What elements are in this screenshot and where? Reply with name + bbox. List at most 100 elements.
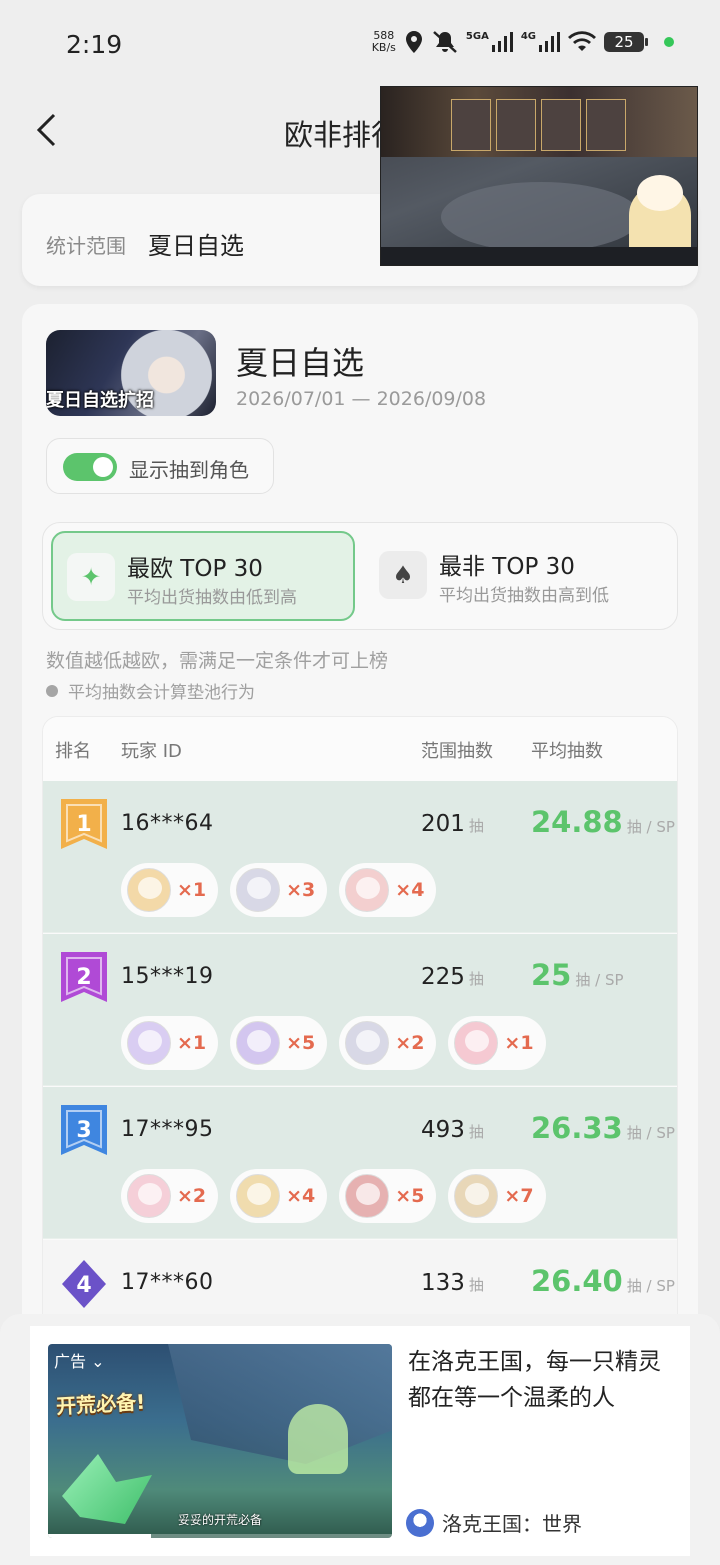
- obtained-characters: ×1 ×3 ×4: [121, 863, 437, 917]
- network-speed: 588 KB/s: [371, 29, 396, 54]
- sparkle-icon: ✦: [67, 553, 115, 601]
- range-pulls: 493 抽: [421, 1117, 484, 1143]
- status-icons: 588 KB/s 5GA 4G 25: [372, 30, 674, 54]
- character-avatar: [236, 1174, 281, 1218]
- toggle-label: 显示抽到角色: [129, 458, 249, 482]
- character-chip[interactable]: ×2: [121, 1169, 219, 1223]
- pull-unit: 抽: [468, 817, 484, 835]
- character-avatar: [127, 1174, 171, 1218]
- floating-video-window[interactable]: [380, 86, 698, 266]
- character-chip[interactable]: ×5: [339, 1169, 437, 1223]
- average-pulls: 26.40 抽 / SP: [531, 1264, 675, 1298]
- brand-logo-icon: [406, 1508, 434, 1537]
- character-count: ×2: [177, 1185, 207, 1207]
- character-chip[interactable]: ×1: [121, 1016, 219, 1070]
- average-pulls-value: 26.40: [531, 1264, 623, 1298]
- player-id: 15***19: [121, 964, 214, 989]
- character-avatar: [345, 1021, 390, 1065]
- average-pulls: 24.88 抽 / SP: [531, 805, 675, 839]
- ranking-mode-switcher: ✦ 最欧 TOP 30 平均出货抽数由低到高 ♠ 最非 TOP 30 平均出货抽…: [42, 522, 678, 630]
- average-pulls-value: 25: [531, 958, 572, 992]
- character-avatar: [345, 868, 390, 912]
- pool-name: 夏日自选: [236, 344, 365, 382]
- character-count: ×1: [177, 879, 207, 901]
- character-chip[interactable]: ×3: [230, 863, 328, 917]
- average-unit: 抽 / SP: [626, 1277, 675, 1295]
- ad-headline: 开荒必备!: [55, 1389, 146, 1419]
- tab-unluckiest[interactable]: ♠ 最非 TOP 30 平均出货抽数由高到低: [365, 531, 665, 621]
- pool-banner-image: 夏日自选扩招: [46, 330, 216, 416]
- pull-unit: 抽: [468, 970, 484, 988]
- ad-progress-fill: [48, 1534, 152, 1538]
- header-player-id: 玩家 ID: [121, 741, 182, 762]
- tab-luckiest[interactable]: ✦ 最欧 TOP 30 平均出货抽数由低到高: [51, 531, 355, 621]
- range-pulls-value: 201: [421, 811, 465, 837]
- player-id: 17***95: [121, 1117, 214, 1142]
- rank-badge-icon: 3: [61, 1105, 107, 1155]
- character-chip[interactable]: ×7: [448, 1169, 546, 1223]
- ranking-card: 夏日自选扩招 夏日自选 2026/07/01 — 2026/09/08 显示抽到…: [22, 304, 698, 1344]
- character-count: ×2: [395, 1032, 425, 1054]
- ad-brand[interactable]: 洛克王国：世界: [406, 1508, 582, 1537]
- spade-icon: ♠: [379, 551, 427, 599]
- average-pulls: 26.33 抽 / SP: [531, 1111, 675, 1145]
- character-chip[interactable]: ×4: [230, 1169, 328, 1223]
- range-pulls: 201 抽: [421, 811, 484, 837]
- tab-subtitle: 平均出货抽数由低到高: [127, 588, 297, 608]
- show-characters-toggle[interactable]: 显示抽到角色: [46, 438, 274, 494]
- header-rank: 排名: [55, 741, 91, 762]
- average-unit: 抽 / SP: [575, 971, 624, 989]
- character-avatar: [345, 1174, 390, 1218]
- table-row[interactable]: 1 16***64 201 抽 24.88 抽 / SP ×1 ×3 ×4: [43, 781, 677, 933]
- table-row[interactable]: 2 15***19 225 抽 25 抽 / SP ×1 ×5 ×2 ×1: [43, 934, 677, 1086]
- battery-icon: 25: [604, 32, 648, 52]
- range-label: 统计范围: [46, 234, 126, 258]
- average-pulls: 25 抽 / SP: [531, 958, 624, 992]
- character-chip[interactable]: ×5: [230, 1016, 328, 1070]
- character-chip[interactable]: ×2: [339, 1016, 437, 1070]
- status-time: 2:19: [66, 30, 123, 59]
- ad-scene-cliff: [168, 1344, 392, 1464]
- range-pulls: 133 抽: [421, 1270, 484, 1296]
- average-unit: 抽 / SP: [626, 818, 675, 836]
- character-avatar: [454, 1174, 499, 1218]
- ad-video[interactable]: 广告 ⌄ 开荒必备! 妥妥的开荒必备: [48, 1344, 392, 1538]
- pull-unit: 抽: [468, 1276, 484, 1294]
- character-count: ×1: [177, 1032, 207, 1054]
- obtained-characters: ×2 ×4 ×5 ×7: [121, 1169, 546, 1223]
- ad-card[interactable]: 广告 ⌄ 开荒必备! 妥妥的开荒必备 在洛克王国，每一只精灵都在等一个温柔的人 …: [30, 1326, 690, 1556]
- video-game-board: [381, 87, 697, 157]
- character-chip[interactable]: ×4: [339, 863, 437, 917]
- character-count: ×4: [395, 879, 425, 901]
- video-card: [541, 99, 581, 151]
- pool-dates: 2026/07/01 — 2026/09/08: [236, 388, 487, 410]
- ad-caption: 妥妥的开荒必备: [178, 1513, 263, 1527]
- svg-text:1: 1: [76, 812, 91, 837]
- rank-badge-icon: 1: [61, 799, 107, 849]
- character-count: ×4: [286, 1185, 316, 1207]
- player-id: 17***60: [121, 1270, 214, 1295]
- range-pulls: 225 抽: [421, 964, 484, 990]
- toggle-switch[interactable]: [63, 453, 117, 481]
- mute-icon: [432, 30, 458, 54]
- back-button[interactable]: [26, 110, 66, 150]
- privacy-indicator-icon: [664, 37, 674, 47]
- player-id: 16***64: [121, 811, 214, 836]
- character-chip[interactable]: ×1: [448, 1016, 546, 1070]
- character-count: ×5: [395, 1185, 425, 1207]
- character-count: ×5: [286, 1032, 316, 1054]
- range-pulls-value: 225: [421, 964, 465, 990]
- location-icon: [404, 30, 424, 54]
- table-row[interactable]: 3 17***95 493 抽 26.33 抽 / SP ×2 ×4 ×5 ×7: [43, 1087, 677, 1239]
- character-avatar: [127, 1021, 171, 1065]
- ad-label[interactable]: 广告 ⌄: [54, 1348, 105, 1372]
- chevron-left-icon: [36, 113, 56, 147]
- tab-title: 最非 TOP 30: [439, 554, 575, 580]
- signal-4g-icon: 4G: [521, 31, 560, 53]
- ad-title[interactable]: 在洛克王国，每一只精灵都在等一个温柔的人: [408, 1344, 678, 1416]
- rank-badge-icon: 4: [62, 1260, 106, 1308]
- character-chip[interactable]: ×1: [121, 863, 219, 917]
- status-bar: 2:19 588 KB/s 5GA 4G 25: [0, 0, 720, 92]
- svg-text:2: 2: [76, 965, 91, 990]
- average-pulls-value: 26.33: [531, 1111, 623, 1145]
